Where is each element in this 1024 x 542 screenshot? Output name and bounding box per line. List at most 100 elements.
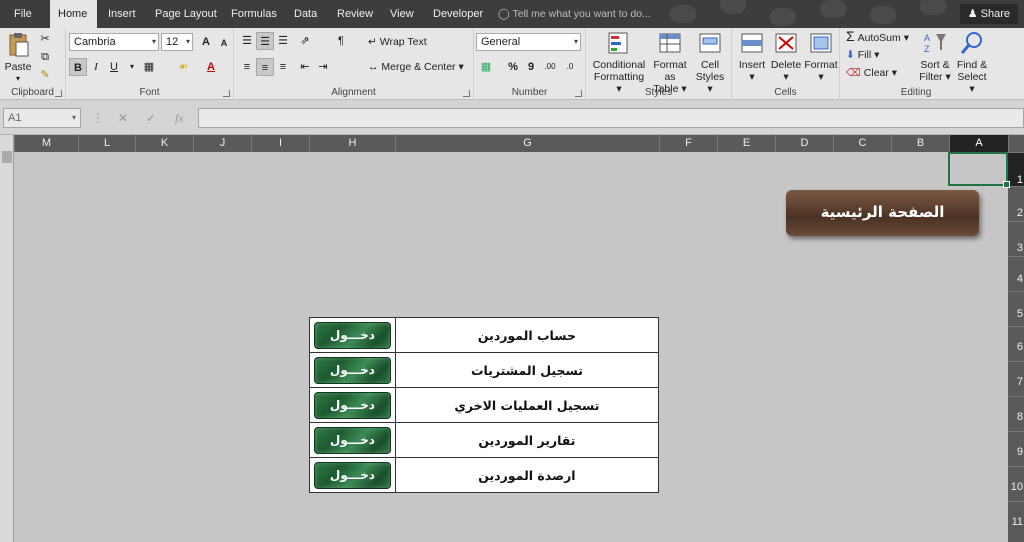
chevron-down-icon[interactable]: ▾ bbox=[123, 58, 141, 76]
column-header[interactable]: E bbox=[717, 135, 775, 152]
alignment-launcher-icon[interactable] bbox=[463, 90, 470, 97]
align-bottom-icon[interactable]: ☰ bbox=[274, 32, 292, 50]
row-header[interactable]: 6 bbox=[1008, 326, 1024, 361]
delete-label: Delete bbox=[770, 59, 802, 71]
column-header[interactable]: C bbox=[833, 135, 891, 152]
column-header[interactable]: M bbox=[14, 135, 78, 152]
formula-input[interactable] bbox=[198, 108, 1024, 128]
currency-icon[interactable]: ▦ bbox=[477, 58, 495, 76]
sort-filter-button[interactable]: AZ Sort & Filter ▾ bbox=[918, 30, 952, 83]
underline-button[interactable]: U bbox=[105, 58, 123, 76]
row-header[interactable]: 11 bbox=[1008, 501, 1024, 542]
number-format-select[interactable]: General ▾ bbox=[476, 33, 581, 51]
tab-review[interactable]: Review bbox=[329, 0, 381, 28]
table-row: دخـــول تسجيل العمليات الاخري bbox=[309, 387, 660, 423]
number-launcher-icon[interactable] bbox=[575, 90, 582, 97]
tab-insert[interactable]: Insert bbox=[100, 0, 144, 28]
column-header[interactable]: G bbox=[395, 135, 659, 152]
tab-view[interactable]: View bbox=[382, 0, 422, 28]
increase-decimal-button[interactable]: .00 bbox=[541, 58, 559, 76]
comma-style-button[interactable]: 9 bbox=[522, 58, 540, 76]
bold-button[interactable]: B bbox=[69, 58, 87, 76]
italic-button[interactable]: I bbox=[87, 58, 105, 76]
orientation-icon[interactable]: ⇗ bbox=[296, 32, 314, 50]
fill-button[interactable]: ⬇ Fill ▾ bbox=[846, 49, 879, 61]
format-as-table-button[interactable]: Format as Table ▾ bbox=[648, 30, 692, 95]
column-header[interactable]: L bbox=[78, 135, 135, 152]
enter-button[interactable]: دخـــول bbox=[314, 461, 391, 489]
cell-styles-button[interactable]: Cell Styles ▾ bbox=[692, 30, 728, 95]
tab-data[interactable]: Data bbox=[286, 0, 325, 28]
align-center-icon[interactable]: ≡ bbox=[256, 58, 274, 76]
clear-button[interactable]: ⌫ Clear ▾ bbox=[846, 67, 897, 79]
column-header[interactable]: J bbox=[193, 135, 251, 152]
scroll-thumb[interactable] bbox=[2, 151, 12, 163]
wrap-text-button[interactable]: ↵ Wrap Text bbox=[368, 36, 427, 48]
cut-icon[interactable]: ✂ bbox=[36, 30, 54, 48]
insert-cells-button[interactable]: Insert ▾ bbox=[736, 30, 768, 83]
format-cells-button[interactable]: Format ▾ bbox=[804, 30, 838, 83]
tell-me-box[interactable]: ◯ Tell me what you want to do... bbox=[498, 0, 651, 28]
column-header[interactable]: K bbox=[135, 135, 193, 152]
select-all-corner[interactable] bbox=[1008, 135, 1024, 152]
tab-file[interactable]: File bbox=[6, 0, 40, 28]
share-button[interactable]: ♟ Share bbox=[959, 4, 1018, 24]
decrease-decimal-button[interactable]: .0 bbox=[561, 58, 579, 76]
row-header[interactable]: 4 bbox=[1008, 256, 1024, 291]
merge-center-button[interactable]: ↔ Merge & Center ▾ bbox=[368, 61, 464, 73]
vertical-scrollbar[interactable] bbox=[0, 135, 14, 542]
font-family-select[interactable]: Cambria ▾ bbox=[69, 33, 159, 51]
tab-developer[interactable]: Developer bbox=[425, 0, 491, 28]
fill-color-icon[interactable]: ☙ bbox=[174, 58, 192, 76]
tab-home[interactable]: Home bbox=[50, 0, 97, 28]
column-header[interactable]: D bbox=[775, 135, 833, 152]
align-top-icon[interactable]: ☰ bbox=[238, 32, 256, 50]
delete-cells-button[interactable]: Delete ▾ bbox=[770, 30, 802, 83]
align-left-icon[interactable]: ≡ bbox=[238, 58, 256, 76]
enter-button[interactable]: دخـــول bbox=[314, 356, 391, 384]
font-launcher-icon[interactable] bbox=[223, 90, 230, 97]
column-header[interactable]: I bbox=[251, 135, 309, 152]
tab-formulas[interactable]: Formulas bbox=[223, 0, 285, 28]
tab-page-layout[interactable]: Page Layout bbox=[147, 0, 225, 28]
align-middle-icon[interactable]: ☰ bbox=[256, 32, 274, 50]
enter-button[interactable]: دخـــول bbox=[314, 426, 391, 454]
paste-button[interactable]: Paste ▾ bbox=[4, 32, 32, 85]
column-header[interactable]: B bbox=[891, 135, 949, 152]
insert-function-icon[interactable]: fx bbox=[175, 108, 184, 128]
increase-indent-icon[interactable]: ⇥ bbox=[314, 58, 332, 76]
row-header[interactable]: 10 bbox=[1008, 466, 1024, 501]
clipboard-launcher-icon[interactable] bbox=[55, 90, 62, 97]
font-size-select[interactable]: 12 ▾ bbox=[161, 33, 193, 51]
row-header[interactable]: 8 bbox=[1008, 396, 1024, 431]
row-header[interactable]: 7 bbox=[1008, 361, 1024, 396]
column-header[interactable]: F bbox=[659, 135, 717, 152]
row-header[interactable]: 3 bbox=[1008, 221, 1024, 256]
home-page-button[interactable]: الصفحة الرئيسية bbox=[786, 190, 979, 236]
conditional-formatting-button[interactable]: Conditional Formatting ▾ bbox=[590, 30, 648, 95]
name-box[interactable]: A1 ▾ bbox=[3, 108, 81, 128]
enter-button[interactable]: دخـــول bbox=[314, 391, 391, 419]
column-header-selected[interactable]: A bbox=[949, 135, 1008, 152]
shrink-font-button[interactable]: A bbox=[215, 34, 233, 52]
font-color-button[interactable]: A bbox=[202, 58, 220, 76]
copy-icon[interactable]: ⧉ bbox=[36, 48, 54, 66]
enter-button[interactable]: دخـــول bbox=[314, 321, 391, 349]
borders-icon[interactable]: ▦ bbox=[140, 58, 158, 76]
percent-button[interactable]: % bbox=[504, 58, 522, 76]
find-select-button[interactable]: Find & Select ▾ bbox=[954, 30, 990, 95]
autosum-button[interactable]: Σ AutoSum ▾ bbox=[846, 29, 909, 44]
grow-font-button[interactable]: A bbox=[197, 33, 215, 51]
cancel-icon[interactable]: ✕ bbox=[118, 108, 128, 128]
row-header[interactable]: 2 bbox=[1008, 186, 1024, 221]
column-header[interactable]: H bbox=[309, 135, 395, 152]
enter-icon[interactable]: ✓ bbox=[146, 108, 156, 128]
row-header[interactable]: 5 bbox=[1008, 291, 1024, 326]
row-header-selected[interactable]: 1 bbox=[1008, 152, 1024, 186]
row-header[interactable]: 9 bbox=[1008, 431, 1024, 466]
selected-cell-a1[interactable] bbox=[948, 152, 1010, 188]
decrease-indent-icon[interactable]: ⇤ bbox=[296, 58, 314, 76]
text-direction-icon[interactable]: ¶ bbox=[332, 32, 350, 50]
align-right-icon[interactable]: ≡ bbox=[274, 58, 292, 76]
format-painter-icon[interactable]: ✎ bbox=[36, 66, 54, 84]
